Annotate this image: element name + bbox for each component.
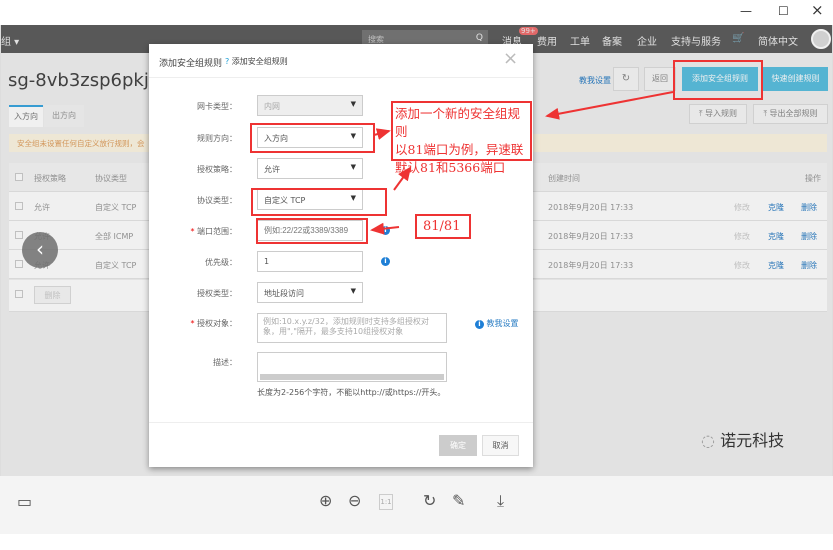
close-button[interactable]: × [811,1,824,19]
rotate-icon[interactable]: ↻ [423,491,436,549]
viewer-toolbar: ▭ ⊕ ⊖ 1:1 ↻ ✎ ⤓ [0,476,833,534]
maximize-button[interactable]: ☐ [778,4,789,18]
image-viewport: 组 ▾ 搜索 Q 消息 99+ 费用 工单 备案 企业 支持与服务 🛒 简体中文… [0,25,833,476]
zoom-in-icon[interactable]: ⊕ [319,491,332,549]
arrow [373,128,391,140]
thumbnails-icon[interactable]: ▭ [17,492,32,550]
arrow [393,166,412,191]
edit-icon[interactable]: ✎ [452,491,465,549]
arrow [545,91,674,120]
wechat-icon: ◌ [701,431,715,450]
window-titlebar: — ☐ × [0,0,833,25]
watermark-text: 诺元科技 [720,431,785,450]
minimize-button[interactable]: — [740,4,752,18]
watermark: ◌ 诺元科技 [701,427,784,451]
download-icon[interactable]: ⤓ [497,491,504,549]
arrow [370,222,400,235]
actual-size-icon[interactable]: 1:1 [379,494,393,510]
annotation-arrows [370,91,674,235]
zoom-out-icon[interactable]: ⊖ [348,491,361,549]
